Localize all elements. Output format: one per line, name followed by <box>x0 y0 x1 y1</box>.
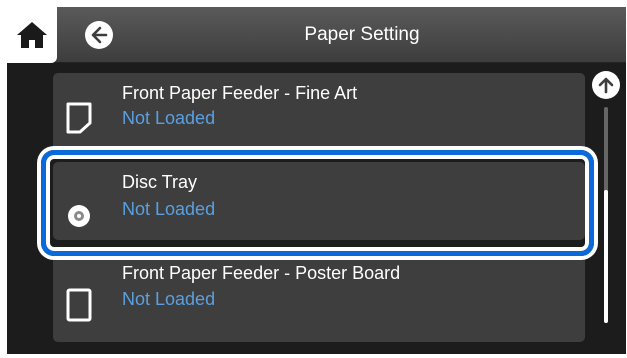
scroll-up-button[interactable] <box>592 71 620 99</box>
list-item-front-feeder-poster-board[interactable]: Front Paper Feeder - Poster Board Not Lo… <box>53 254 585 342</box>
disc-icon <box>68 205 90 227</box>
home-button[interactable] <box>7 7 57 63</box>
page-title: Paper Setting <box>304 24 420 45</box>
arrow-up-icon <box>598 77 614 94</box>
list-item-front-feeder-fine-art[interactable]: Front Paper Feeder - Fine Art Not Loaded <box>53 73 585 153</box>
scrollbar-thumb[interactable] <box>604 190 608 323</box>
printer-screen: Paper Setting Front Paper Feeder - Fine … <box>7 7 626 354</box>
top-bar: Paper Setting <box>7 7 626 63</box>
sheet-folded-corner-icon <box>66 102 92 134</box>
item-title: Disc Tray <box>122 172 198 192</box>
item-status: Not Loaded <box>122 199 216 219</box>
list-item-disc-tray[interactable]: Disc Tray Not Loaded <box>53 162 585 240</box>
board-icon <box>66 288 92 322</box>
arrow-left-icon <box>91 26 108 44</box>
item-title: Front Paper Feeder - Fine Art <box>122 83 358 103</box>
item-status: Not Loaded <box>122 108 216 128</box>
item-title: Front Paper Feeder - Poster Board <box>122 263 401 283</box>
back-button[interactable] <box>85 21 113 49</box>
item-status: Not Loaded <box>122 289 216 309</box>
home-icon <box>17 22 47 48</box>
